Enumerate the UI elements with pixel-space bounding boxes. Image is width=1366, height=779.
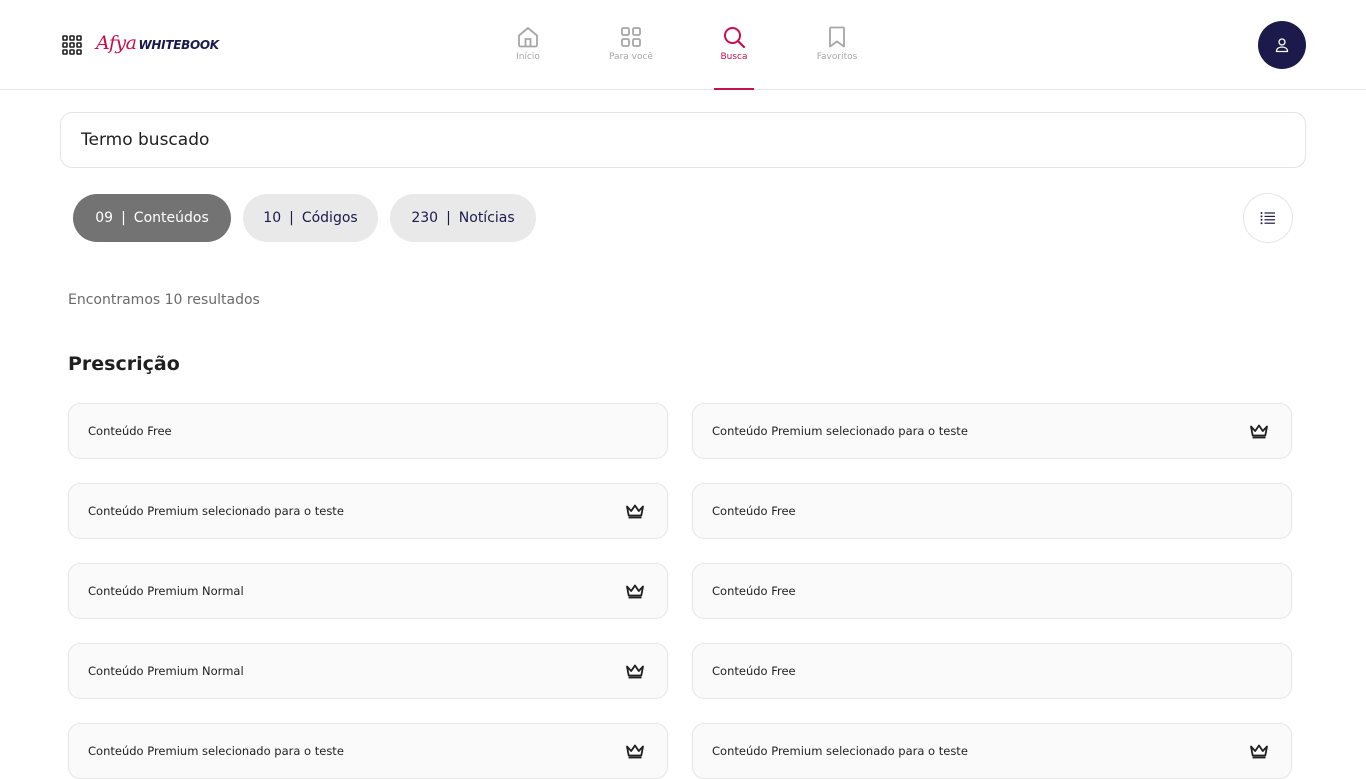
filter-label: Notícias	[458, 210, 515, 226]
home-icon	[518, 27, 538, 48]
content-card-title: Conteúdo Free	[712, 504, 796, 518]
nav-busca[interactable]: Busca	[689, 0, 779, 90]
crown-icon	[625, 503, 645, 523]
content-card-title: Conteúdo Premium selecionado para o test…	[712, 744, 968, 758]
content-card-title: Conteúdo Free	[712, 664, 796, 678]
filter-count: 230	[411, 210, 439, 226]
brand-logo[interactable]: Afya WHITEBOOK	[96, 32, 219, 56]
bookmark-icon	[829, 26, 845, 48]
section-title: Prescrição	[68, 353, 180, 375]
user-icon	[1275, 38, 1289, 53]
search-box	[60, 112, 1306, 168]
filter-chip-noticias[interactable]: 230 | Notícias	[390, 194, 536, 242]
list-icon	[1260, 212, 1275, 225]
crown-icon	[625, 663, 645, 683]
content-card[interactable]: Conteúdo Premium selecionado para o test…	[692, 403, 1292, 459]
nav-inicio[interactable]: Início	[483, 0, 573, 90]
search-icon	[724, 27, 746, 49]
results-count-text: Encontramos 10 resultados	[68, 292, 260, 308]
filter-separator: |	[121, 210, 126, 226]
nav-para-voce-label: Para você	[609, 52, 653, 62]
content-card[interactable]: Conteúdo Free	[692, 483, 1292, 539]
user-avatar-button[interactable]	[1258, 21, 1306, 69]
content-card-title: Conteúdo Premium Normal	[88, 584, 244, 598]
crown-icon	[1249, 423, 1269, 443]
content-card[interactable]: Conteúdo Premium selecionado para o test…	[692, 723, 1292, 779]
filter-separator: |	[289, 210, 294, 226]
content-card[interactable]: Conteúdo Free	[692, 643, 1292, 699]
apps-grid-icon[interactable]	[62, 35, 82, 55]
search-input[interactable]	[81, 113, 1281, 167]
content-card[interactable]: Conteúdo Free	[692, 563, 1292, 619]
grid-icon	[621, 27, 641, 47]
filter-label: Conteúdos	[133, 210, 209, 226]
content-card[interactable]: Conteúdo Free	[68, 403, 668, 459]
filter-count: 10	[263, 210, 282, 226]
filter-chip-codigos[interactable]: 10 | Códigos	[243, 194, 378, 242]
brand-whitebook: WHITEBOOK	[138, 38, 219, 52]
nav-para-voce[interactable]: Para você	[586, 0, 676, 90]
list-view-button[interactable]	[1243, 193, 1293, 243]
content-card-title: Conteúdo Premium selecionado para o test…	[712, 424, 968, 438]
content-card-title: Conteúdo Free	[88, 424, 172, 438]
content-card[interactable]: Conteúdo Premium selecionado para o test…	[68, 483, 668, 539]
content-card-title: Conteúdo Premium selecionado para o test…	[88, 744, 344, 758]
crown-icon	[625, 743, 645, 763]
content-card-title: Conteúdo Premium Normal	[88, 664, 244, 678]
crown-icon	[1249, 743, 1269, 763]
filter-label: Códigos	[301, 210, 358, 226]
content-card-title: Conteúdo Premium selecionado para o test…	[88, 504, 344, 518]
nav-busca-label: Busca	[720, 52, 748, 62]
nav-active-indicator	[714, 88, 754, 90]
filter-chip-conteudos[interactable]: 09 | Conteúdos	[73, 194, 231, 242]
nav-inicio-label: Início	[516, 52, 540, 62]
crown-icon	[625, 583, 645, 603]
filter-count: 09	[95, 210, 114, 226]
brand-afya: Afya	[96, 32, 137, 54]
content-card-title: Conteúdo Free	[712, 584, 796, 598]
nav-favoritos-label: Favoritos	[816, 52, 858, 62]
top-header: Afya WHITEBOOK Início Para você Busca Fa…	[0, 0, 1366, 90]
nav-favoritos[interactable]: Favoritos	[792, 0, 882, 90]
content-card[interactable]: Conteúdo Premium Normal	[68, 563, 668, 619]
filter-separator: |	[446, 210, 451, 226]
content-card[interactable]: Conteúdo Premium selecionado para o test…	[68, 723, 668, 779]
content-card[interactable]: Conteúdo Premium Normal	[68, 643, 668, 699]
